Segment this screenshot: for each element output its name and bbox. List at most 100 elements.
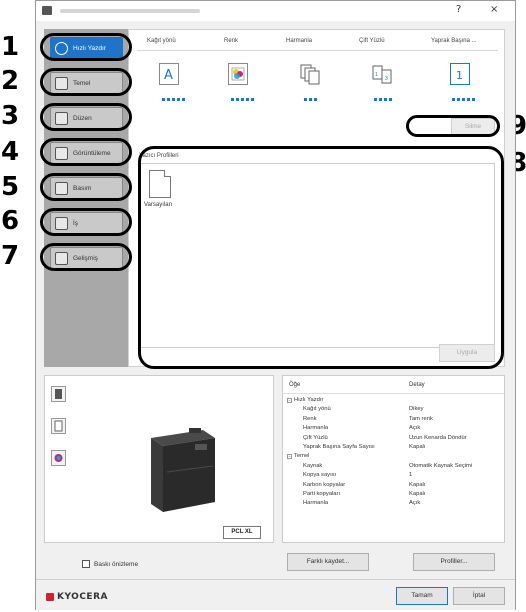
ok-button[interactable]: Tamam (396, 587, 448, 605)
callout-number: 1 (1, 32, 20, 62)
summary-group-row: − Hızlı Yazdır (283, 397, 504, 405)
svg-text:A: A (164, 68, 173, 83)
save-as-button[interactable]: Farklı kaydet... (287, 553, 369, 571)
summary-row: Karbon kopyalar Kapalı (283, 482, 504, 490)
collapse-toggle[interactable]: − (287, 398, 292, 403)
document-preview-icon[interactable] (51, 418, 66, 434)
collapse-toggle[interactable]: − (287, 454, 292, 460)
summary-key: Kağıt yönü (303, 406, 331, 413)
option-indicator (304, 98, 318, 102)
summary-key: Harmanla (303, 425, 329, 432)
summary-key: Temel (294, 453, 310, 460)
clock-icon (55, 42, 68, 55)
sidebar-item-advanced[interactable]: Gelişmiş (50, 247, 123, 269)
sidebar-item-publishing[interactable]: Basım (50, 177, 123, 199)
print-preview-pane: PCL XL (44, 375, 274, 543)
image-icon (55, 147, 68, 160)
option-label: Harmanla (286, 38, 313, 44)
profiles-button[interactable]: Profiller... (413, 553, 495, 571)
summary-header: Öğe Detay (283, 376, 504, 394)
sidebar-item-label: Görüntüleme (73, 150, 111, 157)
close-button[interactable]: × (490, 4, 498, 15)
highlight-ring (406, 115, 500, 137)
summary-row: Renk Tam renk (283, 416, 504, 424)
summary-row: Kopya sayısı 1 (283, 472, 504, 480)
color-preview-icon[interactable] (51, 450, 66, 466)
layout-icon (55, 112, 68, 125)
sidebar-item-imaging[interactable]: Görüntüleme (50, 142, 123, 164)
sidebar-item-label: İş (73, 220, 79, 227)
option-indicator (452, 98, 476, 102)
summary-value: Tam renk (409, 415, 433, 422)
sidebar-item-label: Temel (73, 80, 91, 87)
callout-number: 3 (1, 101, 20, 131)
summary-key: Renk (303, 415, 317, 422)
summary-row: Harmanla Açık (283, 500, 504, 508)
summary-value: Uzun Kenarda Döndür (409, 434, 467, 441)
color-icon[interactable] (228, 63, 248, 85)
summary-value: Kapalı (409, 491, 426, 497)
printer-preview-icon[interactable] (51, 386, 66, 402)
app-icon (42, 6, 52, 15)
summary-value: Açık (409, 425, 421, 432)
sidebar-item-job[interactable]: İş (50, 212, 123, 234)
summary-row: Yaprak Başına Sayfa Sayısı Kapalı (283, 444, 504, 452)
summary-key: Kopya sayısı (303, 472, 337, 479)
summary-value: Kapalı (409, 444, 426, 450)
summary-row: Kağıt yönü Dikey (283, 406, 504, 414)
column-header-item: Öğe (289, 382, 301, 388)
summary-key: Kaynak (303, 462, 323, 469)
highlight-ring (138, 146, 504, 369)
collate-icon[interactable] (299, 63, 320, 85)
summary-row: Kaynak Otomatik Kaynak Seçimi (283, 463, 504, 471)
printer-job-icon (55, 217, 68, 230)
option-indicator (162, 98, 186, 102)
dialog-footer: KYOCERA Tamam İptal (36, 579, 515, 610)
callout-number: 2 (1, 66, 20, 96)
callout-number: 5 (1, 172, 20, 202)
summary-key: Çift Yüzlü (303, 434, 328, 441)
sidebar-item-label: Hızlı Yazdır (73, 45, 106, 52)
summary-row: Çift Yüzlü Uzun Kenarda Döndür (283, 435, 504, 443)
duplex-icon[interactable]: 13 (371, 63, 392, 85)
kyocera-logo-icon (46, 593, 54, 601)
window-title (60, 9, 200, 13)
summary-row: Parti kopyaları Kapalı (283, 491, 504, 499)
divider (137, 50, 498, 51)
callout-number: 4 (1, 137, 20, 167)
sidebar-item-quick-print[interactable]: Hızlı Yazdır (50, 37, 123, 59)
print-preview-label: Baskı önizleme (94, 561, 139, 568)
summary-value: Açık (409, 500, 421, 507)
print-preview-checkbox[interactable] (82, 560, 90, 568)
sidebar: Hızlı Yazdır Temel Düzen Görüntüleme Bas… (44, 29, 128, 367)
summary-key: Harmanla (303, 500, 329, 507)
summary-group-row: − Temel (283, 453, 504, 461)
settings-summary: Öğe Detay − Hızlı Yazdır Kağıt yönü Dikey Re… (282, 375, 505, 543)
cancel-button[interactable]: İptal (453, 587, 505, 605)
advanced-icon (55, 252, 68, 265)
summary-value: Kapalı (409, 481, 426, 488)
printer-image (151, 428, 215, 512)
summary-value: Otomatik Kaynak Seçimi (409, 462, 473, 469)
callout-number: 7 (1, 241, 20, 271)
sidebar-item-layout[interactable]: Düzen (50, 107, 123, 129)
summary-value: Dikey (409, 406, 424, 413)
sidebar-item-label: Gelişmiş (73, 255, 98, 262)
help-button[interactable]: ? (456, 4, 461, 15)
pages-per-sheet-icon[interactable]: 1 (450, 63, 470, 85)
option-indicator (374, 98, 394, 102)
summary-value: 1 (409, 472, 413, 479)
sidebar-item-label: Düzen (73, 115, 92, 122)
portrait-a-icon[interactable]: A (159, 63, 179, 85)
option-indicator (231, 98, 255, 102)
summary-key: Parti kopyaları (303, 491, 341, 497)
option-label: Çift Yüzlü (359, 38, 385, 44)
title-bar: ? × (36, 1, 515, 21)
svg-text:3: 3 (385, 76, 388, 82)
summary-key: Yaprak Başına Sayfa Sayısı (303, 444, 375, 450)
sidebar-item-basic[interactable]: Temel (50, 72, 123, 94)
svg-text:1: 1 (456, 69, 463, 82)
pdl-badge: PCL XL (223, 526, 261, 539)
option-label: Kağıt yönü (147, 38, 176, 44)
summary-key: Karbon kopyalar (303, 481, 346, 488)
